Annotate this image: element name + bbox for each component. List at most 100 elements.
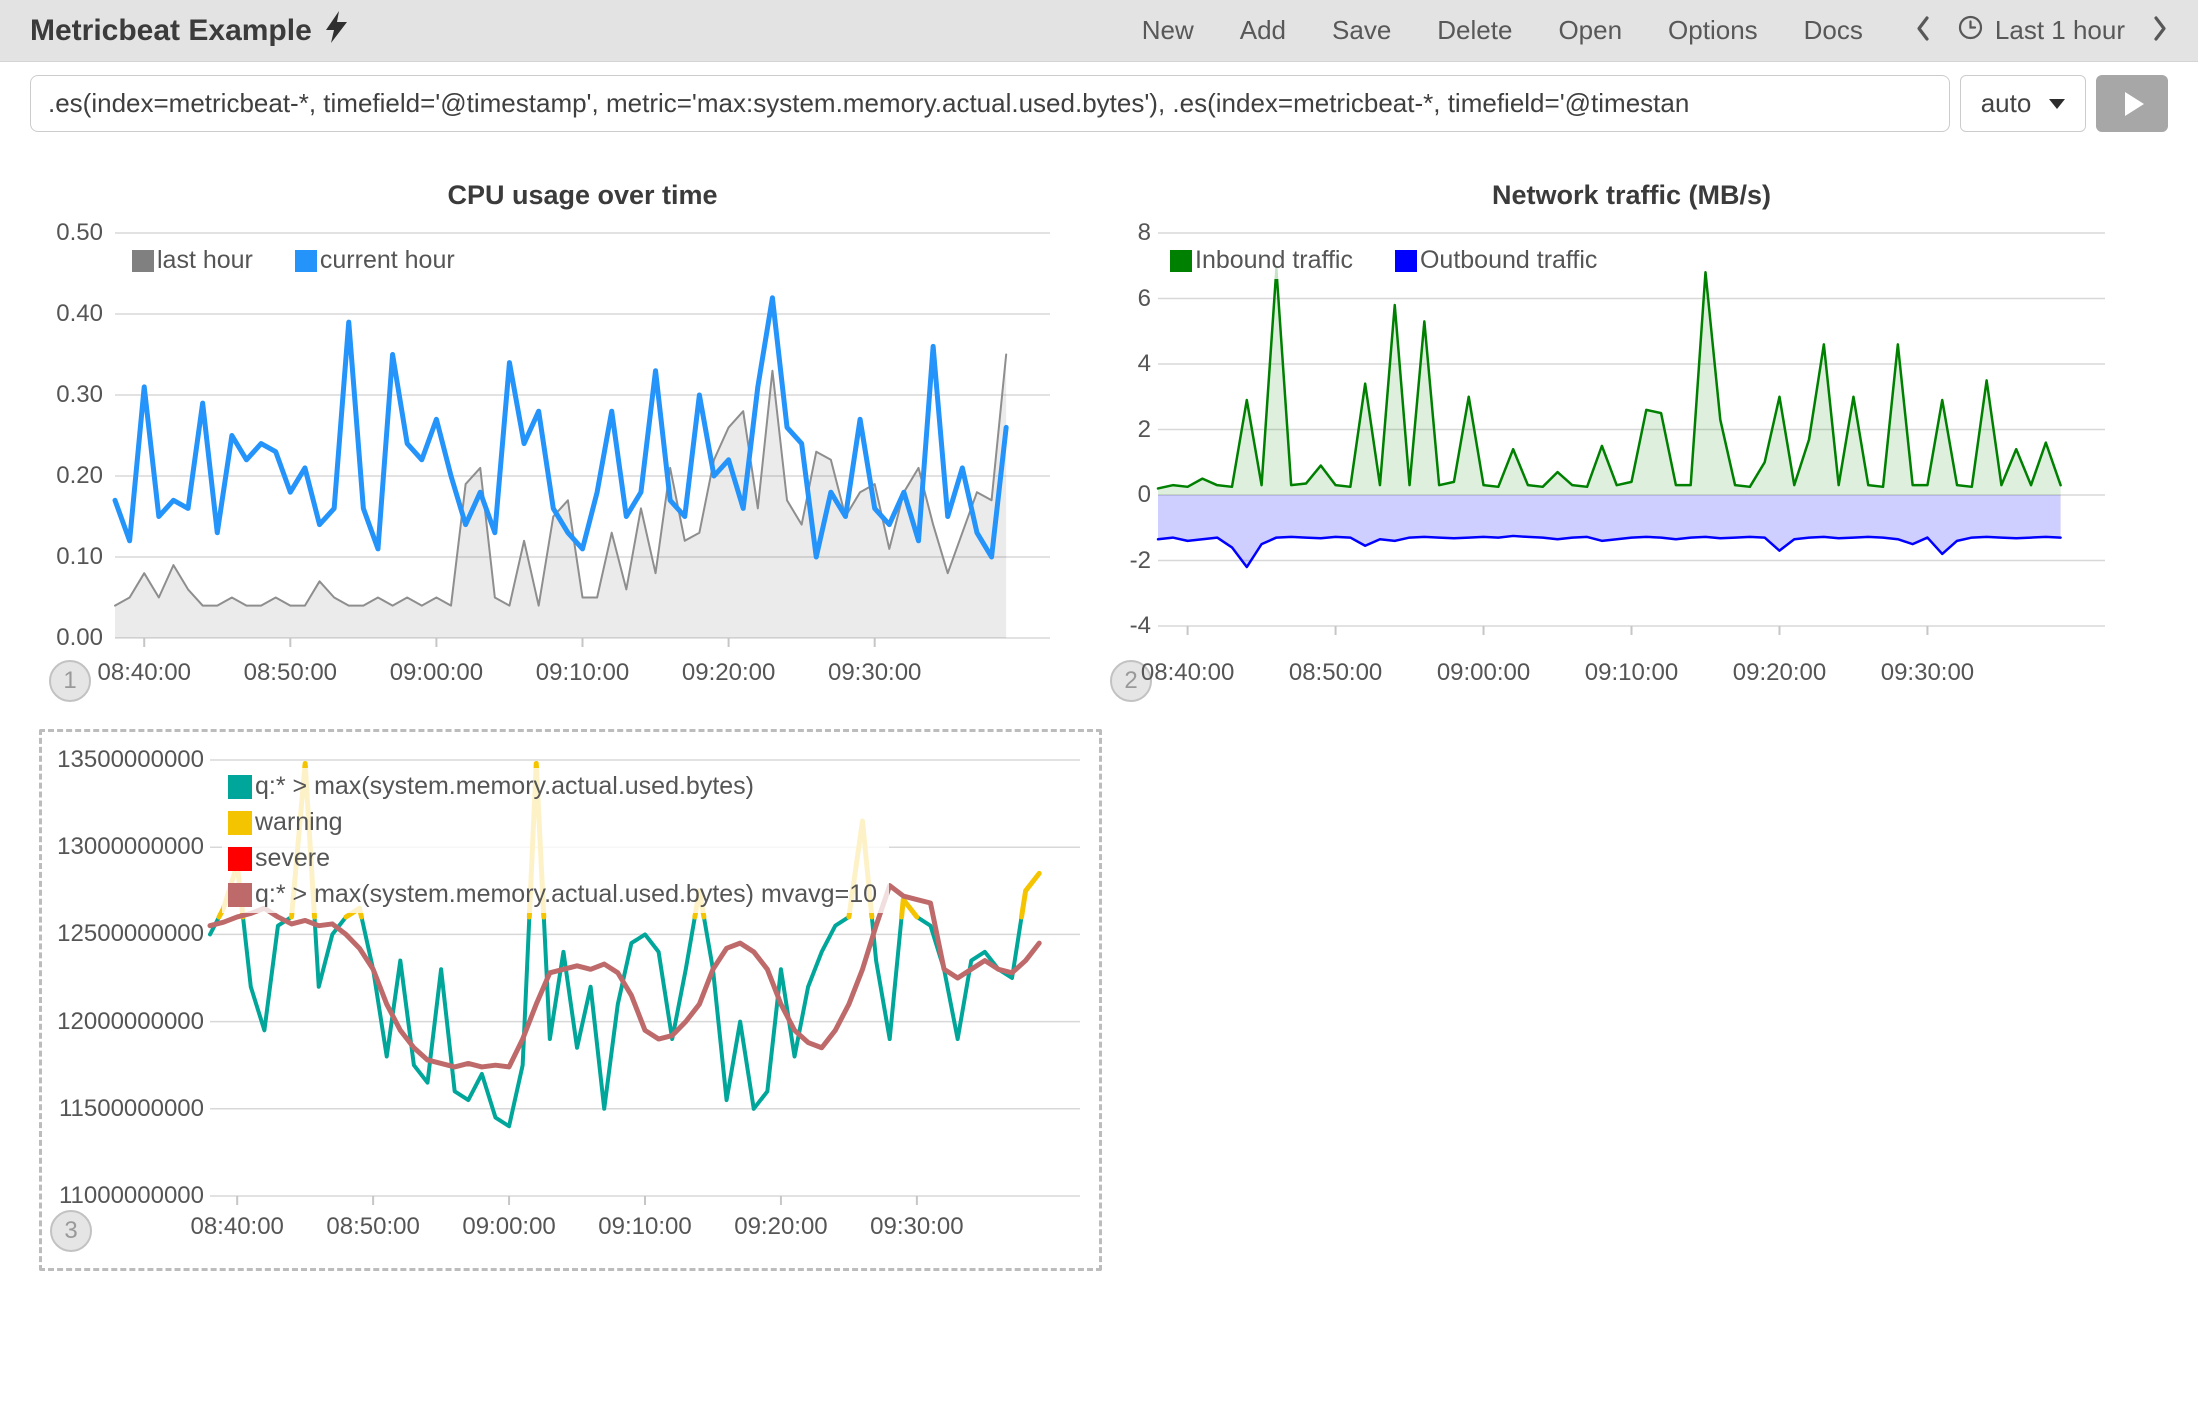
lightning-bolt-icon	[326, 11, 347, 51]
x-axis-labels: 08:40:0008:50:0009:00:0009:10:0009:20:00…	[1158, 659, 2105, 689]
x-tick-label: 08:50:00	[326, 1213, 419, 1241]
x-tick-label: 08:40:00	[190, 1213, 283, 1241]
panel-number-badge: 3	[50, 1210, 92, 1252]
page-title: Metricbeat Example	[30, 11, 347, 51]
x-tick-label: 09:30:00	[1881, 659, 1974, 687]
legend-label: current hour	[320, 246, 455, 275]
timelion-expression-input[interactable]	[30, 75, 1950, 132]
x-tick-label: 09:20:00	[1733, 659, 1826, 687]
y-tick-label: 12000000000	[57, 1008, 204, 1036]
clock-icon	[1958, 15, 1983, 47]
memory-usage-chart-panel-selected[interactable]: 13500000000 13000000000 12500000000 1200000…	[39, 729, 1102, 1271]
y-tick-label: 6	[1138, 285, 1151, 313]
legend-swatch-icon	[295, 250, 317, 272]
legend-item[interactable]: q:* > max(system.memory.actual.used.byte…	[228, 880, 877, 909]
legend-swatch-icon	[228, 847, 252, 871]
interval-value: auto	[1981, 88, 2032, 119]
new-button[interactable]: New	[1142, 15, 1194, 46]
delete-button[interactable]: Delete	[1437, 15, 1512, 46]
legend-swatch-icon	[1170, 250, 1192, 272]
save-button[interactable]: Save	[1332, 15, 1391, 46]
legend-label: q:* > max(system.memory.actual.used.byte…	[255, 772, 754, 801]
network-traffic-chart-panel: Network traffic (MB/s) 8 6 4 2 0 -2 -4 Inbound…	[1120, 172, 2130, 732]
time-forward-chevron-icon[interactable]	[2153, 15, 2168, 47]
chart-title: CPU usage over time	[115, 180, 1050, 211]
panel-number-badge: 1	[49, 660, 91, 702]
x-tick-label: 09:00:00	[1437, 659, 1530, 687]
chart-legend[interactable]: Inbound traffic Outbound traffic	[1164, 242, 1609, 279]
time-range-label: Last 1 hour	[1995, 15, 2125, 46]
legend-item[interactable]: current hour	[295, 246, 455, 275]
chevron-down-icon	[2049, 99, 2065, 109]
cpu-usage-chart-panel: CPU usage over time 0.500.400.300.200.10…	[30, 172, 1051, 732]
plot-area[interactable]	[115, 233, 1050, 638]
x-tick-label: 09:30:00	[870, 1213, 963, 1241]
y-tick-label: -2	[1130, 547, 1151, 575]
x-tick-label: 09:00:00	[462, 1213, 555, 1241]
y-tick-label: 0	[1138, 481, 1151, 509]
y-axis-labels: 1350000000013000000000125000000001200000…	[42, 760, 204, 1196]
x-tick-label: 09:10:00	[1585, 659, 1678, 687]
x-tick-label: 08:50:00	[1289, 659, 1382, 687]
y-tick-label: 8	[1138, 219, 1151, 247]
y-tick-label: 2	[1138, 416, 1151, 444]
y-tick-label: 0.00	[56, 624, 103, 652]
y-tick-label: 0.50	[56, 219, 103, 247]
y-tick-label: 13500000000	[57, 746, 204, 774]
time-picker-button[interactable]: Last 1 hour	[1958, 15, 2125, 47]
x-tick-label: 09:30:00	[828, 659, 921, 687]
legend-label: q:* > max(system.memory.actual.used.byte…	[255, 880, 877, 909]
legend-label: Inbound traffic	[1195, 246, 1353, 275]
y-axis-labels: 86420-2-4	[1120, 233, 1151, 626]
legend-item[interactable]: last hour	[132, 246, 253, 275]
toolbar-nav: New Add Save Delete Open Options Docs La…	[1142, 15, 2168, 47]
y-tick-label: 0.20	[56, 462, 103, 490]
y-tick-label: 4	[1138, 350, 1151, 378]
options-button[interactable]: Options	[1668, 15, 1758, 46]
x-tick-label: 09:20:00	[734, 1213, 827, 1241]
timelion-query-bar: auto	[0, 62, 2198, 132]
y-tick-label: 0.40	[56, 300, 103, 328]
y-tick-label: 13000000000	[57, 833, 204, 861]
legend-swatch-icon	[1395, 250, 1417, 272]
legend-swatch-icon	[228, 811, 252, 835]
docs-button[interactable]: Docs	[1804, 15, 1863, 46]
legend-item[interactable]: q:* > max(system.memory.actual.used.byte…	[228, 772, 877, 801]
x-tick-label: 08:40:00	[98, 659, 191, 687]
x-tick-label: 08:40:00	[1141, 659, 1234, 687]
legend-item[interactable]: severe	[228, 844, 877, 873]
legend-label: Outbound traffic	[1420, 246, 1597, 275]
app-header: Metricbeat Example New Add Save Delete O…	[0, 0, 2198, 62]
time-back-chevron-icon[interactable]	[1915, 15, 1930, 47]
y-tick-label: 11000000000	[59, 1182, 204, 1210]
y-tick-label: 0.10	[56, 543, 103, 571]
x-tick-label: 09:20:00	[682, 659, 775, 687]
dashboard-title: Metricbeat Example	[30, 14, 312, 48]
legend-item[interactable]: warning	[228, 808, 877, 837]
x-tick-label: 09:10:00	[536, 659, 629, 687]
x-tick-label: 09:10:00	[598, 1213, 691, 1241]
plot-area[interactable]	[1158, 233, 2105, 626]
legend-swatch-icon	[228, 883, 252, 907]
y-tick-label: 11500000000	[59, 1095, 204, 1123]
chart-legend[interactable]: q:* > max(system.memory.actual.used.byte…	[222, 768, 889, 913]
add-button[interactable]: Add	[1240, 15, 1286, 46]
legend-item[interactable]: Inbound traffic	[1170, 246, 1353, 275]
play-icon	[2125, 92, 2144, 116]
open-button[interactable]: Open	[1558, 15, 1622, 46]
legend-label: last hour	[157, 246, 253, 275]
y-tick-label: 12500000000	[57, 920, 204, 948]
interval-select[interactable]: auto	[1960, 75, 2086, 132]
legend-label: severe	[255, 844, 330, 873]
run-query-button[interactable]	[2096, 75, 2168, 132]
chart-legend[interactable]: last hour current hour	[126, 242, 467, 279]
x-tick-label: 08:50:00	[244, 659, 337, 687]
time-navigation: Last 1 hour	[1915, 15, 2168, 47]
x-tick-label: 09:00:00	[390, 659, 483, 687]
x-axis-labels: 08:40:0008:50:0009:00:0009:10:0009:20:00…	[210, 1213, 1080, 1243]
legend-swatch-icon	[228, 775, 252, 799]
y-tick-label: -4	[1130, 612, 1151, 640]
legend-item[interactable]: Outbound traffic	[1395, 246, 1597, 275]
chart-title: Network traffic (MB/s)	[1158, 180, 2105, 211]
x-axis-labels: 08:40:0008:50:0009:00:0009:10:0009:20:00…	[115, 659, 1050, 689]
